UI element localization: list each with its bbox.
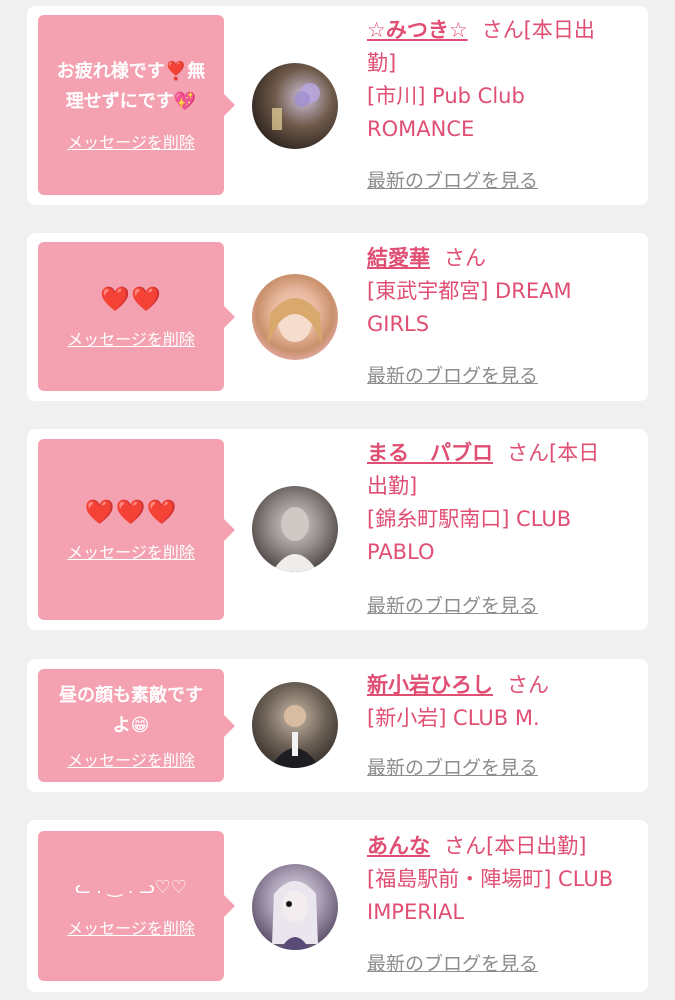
message-bubble: ❤️❤️❤️ メッセージを削除 <box>38 439 235 620</box>
info-line: [市川] Pub Club <box>367 84 525 108</box>
info-line: 勤] <box>367 51 397 75</box>
info-line: GIRLS <box>367 312 430 336</box>
avatar[interactable] <box>252 274 338 360</box>
latest-blog-link[interactable]: 最新のブログを見る <box>367 361 538 388</box>
delete-message-link[interactable]: メッセージを削除 <box>67 915 195 939</box>
honorific-status: さん <box>444 246 486 270</box>
latest-blog-link[interactable]: 最新のブログを見る <box>367 949 538 976</box>
message-bubble: 昼の顔も素敵です よ😁 メッセージを削除 <box>38 669 235 782</box>
info-line: PABLO <box>367 540 435 564</box>
cast-name-link[interactable]: ☆みつき☆ <box>367 18 468 42</box>
latest-blog-link[interactable]: 最新のブログを見る <box>367 591 538 618</box>
cast-info: 結愛華 さん [東武宇都宮] DREAM GIRLS <box>367 242 637 341</box>
message-text-line: 理せずにです💖 <box>65 91 197 112</box>
honorific-status: さん[本日出勤] <box>444 834 587 858</box>
delete-message-link[interactable]: メッセージを削除 <box>67 129 195 153</box>
message-card: ❤️❤️ メッセージを削除 結愛華 さん [東武宇都宮] DREAM GIRLS … <box>27 233 648 401</box>
honorific-status: さん[本日出 <box>481 18 595 42</box>
message-card: 昼の顔も素敵です よ😁 メッセージを削除 新小岩ひろし さん [新小岩] CLUB… <box>27 659 648 792</box>
message-text-line: よ😁 <box>112 714 150 736</box>
message-text-line: ᓚ . ‿ . ᓗ♡♡ <box>75 877 187 898</box>
cast-name-link[interactable]: まる パブロ <box>367 441 493 465</box>
message-text-line: ❤️❤️ <box>100 284 162 313</box>
message-card: ᓚ . ‿ . ᓗ♡♡ メッセージを削除 あんな さん[本日出勤] [福島駅前・陣… <box>27 820 648 992</box>
avatar-photo-icon <box>272 881 318 950</box>
cast-name-link[interactable]: あんな <box>367 834 430 858</box>
message-text-line: お疲れ様です❣️無 <box>56 61 206 82</box>
message-text-line: ❤️❤️❤️ <box>84 497 178 526</box>
message-list: お疲れ様です❣️無 理せずにです💖 メッセージを削除 ☆みつき☆ さん[本日出 勤… <box>0 0 675 1000</box>
message-bubble: お疲れ様です❣️無 理せずにです💖 メッセージを削除 <box>38 15 235 195</box>
avatar[interactable] <box>252 486 338 572</box>
avatar[interactable] <box>252 63 338 149</box>
info-line: IMPERIAL <box>367 900 465 924</box>
info-line: [福島駅前・陣場町] CLUB <box>367 867 614 891</box>
info-line: [東武宇都宮] DREAM <box>367 279 572 303</box>
message-bubble: ❤️❤️ メッセージを削除 <box>38 242 235 391</box>
avatar[interactable] <box>252 682 338 768</box>
info-line: 出勤] <box>367 474 418 498</box>
delete-message-link[interactable]: メッセージを削除 <box>67 326 195 350</box>
avatar-photo-icon <box>270 705 320 768</box>
cast-name-link[interactable]: 結愛華 <box>367 246 430 270</box>
cast-info: あんな さん[本日出勤] [福島駅前・陣場町] CLUB IMPERIAL <box>367 830 637 929</box>
info-line: [錦糸町駅南口] CLUB <box>367 507 572 531</box>
cast-info: 新小岩ひろし さん [新小岩] CLUB M. <box>367 669 637 735</box>
delete-message-link[interactable]: メッセージを削除 <box>67 539 195 563</box>
message-card: お疲れ様です❣️無 理せずにです💖 メッセージを削除 ☆みつき☆ さん[本日出 勤… <box>27 6 648 205</box>
latest-blog-link[interactable]: 最新のブログを見る <box>367 753 538 780</box>
honorific-status: さん[本日 <box>507 441 600 465</box>
info-line: [新小岩] CLUB M. <box>367 706 540 730</box>
avatar-photo-icon <box>272 83 320 130</box>
latest-blog-link[interactable]: 最新のブログを見る <box>367 166 538 193</box>
avatar-photo-icon <box>272 507 318 572</box>
message-card: ❤️❤️❤️ メッセージを削除 まる パブロ さん[本日 出勤] [錦糸町駅南口]… <box>27 429 648 630</box>
message-text-line: 昼の顔も素敵です <box>59 684 203 706</box>
info-line: ROMANCE <box>367 117 475 141</box>
honorific-status: さん <box>507 673 549 697</box>
avatar[interactable] <box>252 864 338 950</box>
cast-info: ☆みつき☆ さん[本日出 勤] [市川] Pub Club ROMANCE <box>367 14 637 146</box>
cast-info: まる パブロ さん[本日 出勤] [錦糸町駅南口] CLUB PABLO <box>367 437 637 569</box>
message-bubble: ᓚ . ‿ . ᓗ♡♡ メッセージを削除 <box>38 831 235 981</box>
cast-name-link[interactable]: 新小岩ひろし <box>367 673 493 697</box>
avatar-photo-icon <box>268 298 322 344</box>
delete-message-link[interactable]: メッセージを削除 <box>67 747 195 771</box>
